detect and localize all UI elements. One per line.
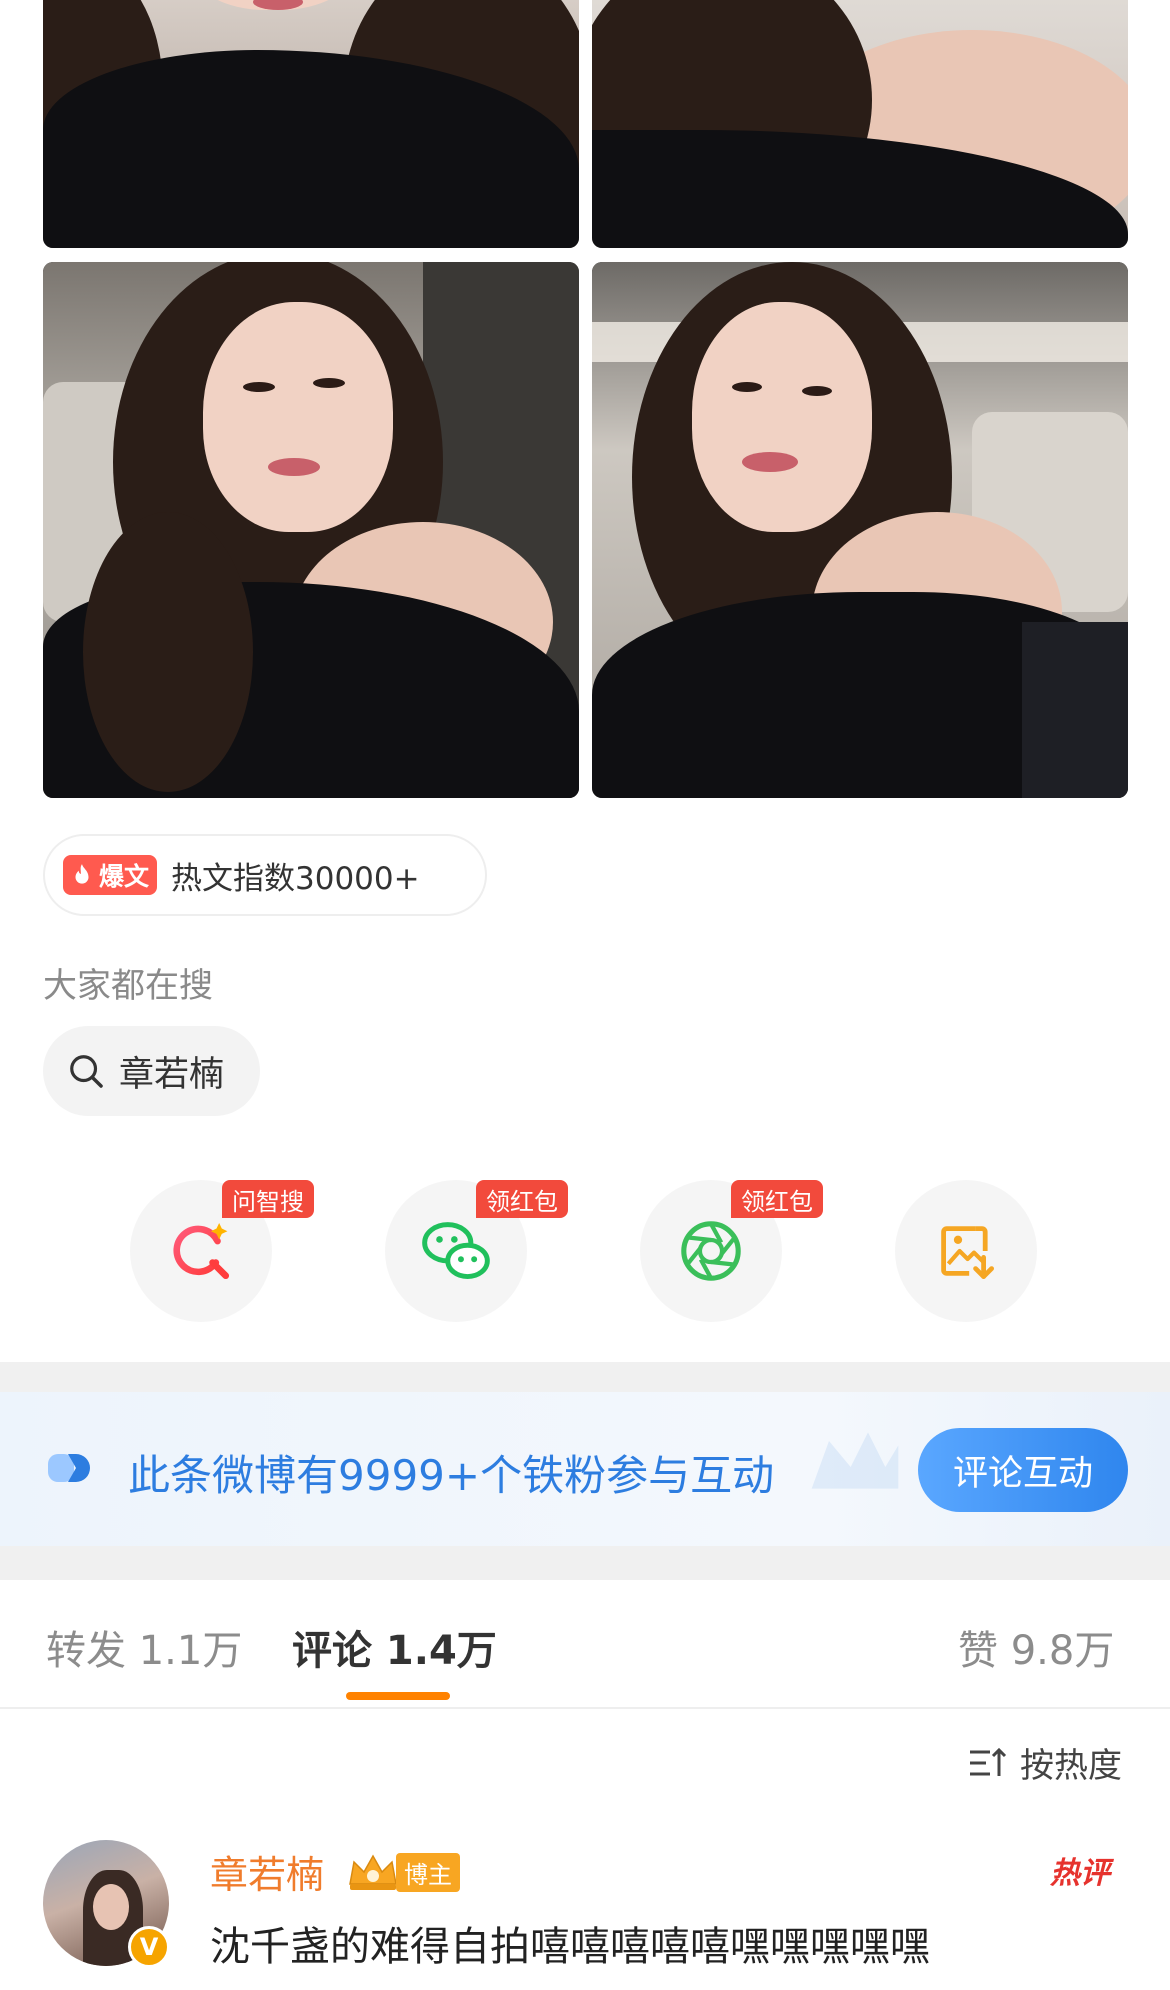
moments-badge: 领红包 <box>731 1180 823 1218</box>
search-chip-label: 章若楠 <box>119 1054 225 1095</box>
hot-index-pill[interactable]: 爆文 热文指数30000+ <box>43 834 487 916</box>
wechat-badge: 领红包 <box>476 1180 568 1218</box>
sort-icon <box>970 1747 1007 1776</box>
tab-comment[interactable]: 评论 1.4万 <box>292 1618 497 1676</box>
hot-badge-label: 爆文 <box>99 862 150 891</box>
save-image-button[interactable] <box>895 1180 1037 1322</box>
active-tab-indicator <box>346 1692 450 1700</box>
crown-icon <box>349 1854 397 1890</box>
tabs-divider <box>0 1707 1170 1709</box>
photo-3[interactable] <box>43 262 579 798</box>
comment-interact-button[interactable]: 评论互动 <box>918 1428 1128 1512</box>
fans-icon <box>48 1454 90 1482</box>
hot-index-text: 热文指数30000+ <box>171 860 420 897</box>
search-icon <box>70 1055 103 1088</box>
verified-badge: V <box>128 1926 170 1968</box>
section-divider <box>0 1546 1170 1580</box>
hot-article-badge: 爆文 <box>63 855 158 895</box>
save-image-icon <box>941 1226 994 1279</box>
author-role-label: 博主 <box>396 1852 460 1892</box>
moments-icon <box>681 1221 741 1281</box>
wechat-icon <box>422 1222 490 1280</box>
photo-1[interactable] <box>43 0 579 248</box>
comment-username[interactable]: 章若楠 <box>210 1844 324 1899</box>
tab-repost[interactable]: 转发 1.1万 <box>46 1618 242 1676</box>
search-hint-title: 大家都在搜 <box>43 966 213 1006</box>
photo-2[interactable] <box>592 0 1128 248</box>
comment-text: 沈千盏的难得自拍嘻嘻嘻嘻嘻嘿嘿嘿嘿嘿 <box>210 1924 930 1970</box>
crown-decoration-icon <box>811 1432 899 1489</box>
hot-comment-label: 热评 <box>1050 1856 1110 1891</box>
flame-icon <box>75 864 89 884</box>
tab-like[interactable]: 赞 9.8万 <box>958 1618 1114 1676</box>
author-role-badge: 博主 <box>346 1850 460 1894</box>
sort-label: 按热度 <box>1020 1746 1122 1786</box>
section-divider <box>0 1362 1170 1392</box>
photo-4[interactable] <box>592 262 1128 798</box>
fans-banner-text: 此条微博有9999+个铁粉参与互动 <box>128 1451 775 1500</box>
ai-search-badge: 问智搜 <box>222 1180 314 1218</box>
search-chip[interactable]: 章若楠 <box>43 1026 261 1116</box>
ai-search-icon <box>173 1222 230 1280</box>
fans-interaction-banner[interactable]: 此条微博有9999+个铁粉参与互动 评论互动 <box>0 1392 1170 1546</box>
sort-toggle[interactable]: 按热度 <box>968 1738 1122 1787</box>
